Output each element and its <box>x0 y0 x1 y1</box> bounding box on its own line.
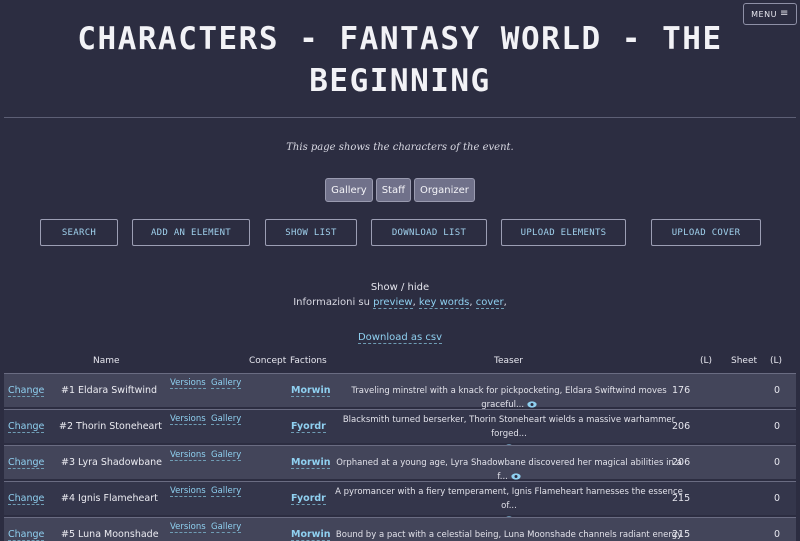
hamburger-icon: ≡ <box>779 8 789 19</box>
versions-link[interactable]: Versions <box>170 522 206 533</box>
table-row: Change #4 Ignis Flameheart Versions Gall… <box>4 481 796 523</box>
toggle-key-words-link[interactable]: key words <box>418 297 470 309</box>
versions-link[interactable]: Versions <box>170 414 206 425</box>
pill-organizer[interactable]: Organizer <box>414 178 475 202</box>
teaser-cell: Orphaned at a young age, Lyra Shadowbane… <box>335 456 683 484</box>
teaser-text: A pyromancer with a fiery temperament, I… <box>335 487 683 511</box>
menu-label: MENU <box>751 9 777 19</box>
upload-cover-button[interactable]: UPLOAD COVER <box>651 219 761 246</box>
gallery-link[interactable]: Gallery <box>211 414 242 425</box>
character-name: #1 Eldara Swiftwind <box>61 385 158 396</box>
column-header-name[interactable]: Name <box>93 356 120 366</box>
versions-link[interactable]: Versions <box>170 450 206 461</box>
change-link[interactable]: Change <box>8 529 45 541</box>
gallery-link[interactable]: Gallery <box>211 522 242 533</box>
sheet-length: 0 <box>774 529 781 540</box>
show-hide-prefix: Informazioni su <box>293 297 370 308</box>
menu-button[interactable]: MENU ≡ <box>743 3 797 25</box>
character-name: #2 Thorin Stoneheart <box>59 421 162 432</box>
toggle-preview-link[interactable]: preview <box>373 297 413 309</box>
change-link[interactable]: Change <box>8 457 45 469</box>
page-title: CHARACTERS - FANTASY WORLD - THE BEGINNI… <box>77 21 723 99</box>
pill-gallery[interactable]: Gallery <box>325 178 373 202</box>
teaser-text: Blacksmith turned berserker, Thorin Ston… <box>342 415 676 439</box>
pill-staff[interactable]: Staff <box>375 178 411 202</box>
title-divider <box>4 117 796 118</box>
teaser-text: Orphaned at a young age, Lyra Shadowbane… <box>336 458 682 482</box>
character-name: #3 Lyra Shadowbane <box>61 457 163 468</box>
sheet-length: 0 <box>774 493 781 504</box>
table-row: Change #1 Eldara Swiftwind Versions Gall… <box>4 373 796 410</box>
eye-icon[interactable] <box>527 401 537 408</box>
table-row: Change #2 Thorin Stoneheart Versions Gal… <box>4 409 796 451</box>
teaser-cell: Bound by a pact with a celestial being, … <box>335 528 683 541</box>
column-header-length[interactable]: (L) <box>700 356 712 366</box>
table-row: Change #3 Lyra Shadowbane Versions Galle… <box>4 445 796 482</box>
teaser-length: 215 <box>672 529 691 540</box>
faction-link[interactable]: Fyordr <box>291 421 326 433</box>
gallery-link[interactable]: Gallery <box>211 450 242 461</box>
change-link[interactable]: Change <box>8 385 45 397</box>
gallery-link[interactable]: Gallery <box>211 486 242 497</box>
sheet-length: 0 <box>774 457 781 468</box>
section-pills: Gallery Staff Organizer <box>0 178 800 202</box>
change-link[interactable]: Change <box>8 421 45 433</box>
sheet-length: 0 <box>774 421 781 432</box>
csv-download-wrapper: Download as csv <box>0 332 800 344</box>
teaser-text: Traveling minstrel with a knack for pick… <box>351 386 667 410</box>
faction-link[interactable]: Morwin <box>291 385 331 397</box>
teaser-length: 206 <box>672 457 691 468</box>
sheet-length: 0 <box>774 385 781 396</box>
show-list-button[interactable]: SHOW LIST <box>265 219 357 246</box>
show-hide-options: Informazioni su preview, key words, cove… <box>293 297 507 309</box>
character-name: #4 Ignis Flameheart <box>61 493 158 504</box>
faction-link[interactable]: Morwin <box>291 457 331 469</box>
teaser-length: 215 <box>672 493 691 504</box>
upload-elements-button[interactable]: UPLOAD ELEMENTS <box>501 219 626 246</box>
search-button[interactable]: SEARCH <box>40 219 118 246</box>
versions-link[interactable]: Versions <box>170 486 206 497</box>
faction-link[interactable]: Morwin <box>291 529 331 541</box>
teaser-cell: Traveling minstrel with a knack for pick… <box>335 384 683 412</box>
page-intro: This page shows the characters of the ev… <box>286 142 514 153</box>
column-header-concept[interactable]: Concept <box>249 356 286 366</box>
column-header-teaser[interactable]: Teaser <box>494 356 523 366</box>
column-header-factions[interactable]: Factions <box>290 356 327 366</box>
change-link[interactable]: Change <box>8 493 45 505</box>
eye-icon[interactable] <box>510 473 521 480</box>
download-csv-link[interactable]: Download as csv <box>357 332 443 344</box>
download-list-button[interactable]: DOWNLOAD LIST <box>371 219 487 246</box>
teaser-text: Bound by a pact with a celestial being, … <box>335 530 683 540</box>
add-element-button[interactable]: ADD AN ELEMENT <box>132 219 250 246</box>
gallery-link[interactable]: Gallery <box>211 378 242 389</box>
versions-link[interactable]: Versions <box>170 378 206 389</box>
character-name: #5 Luna Moonshade <box>61 529 159 540</box>
teaser-length: 176 <box>672 385 691 396</box>
show-hide-title: Show / hide <box>370 282 430 293</box>
toggle-cover-link[interactable]: cover <box>475 297 504 309</box>
teaser-length: 206 <box>672 421 691 432</box>
column-header-sheet[interactable]: Sheet <box>731 356 757 366</box>
table-row: Change #5 Luna Moonshade Versions Galler… <box>4 517 796 541</box>
column-header-sheet-length[interactable]: (L) <box>770 356 782 366</box>
faction-link[interactable]: Fyordr <box>291 493 326 505</box>
